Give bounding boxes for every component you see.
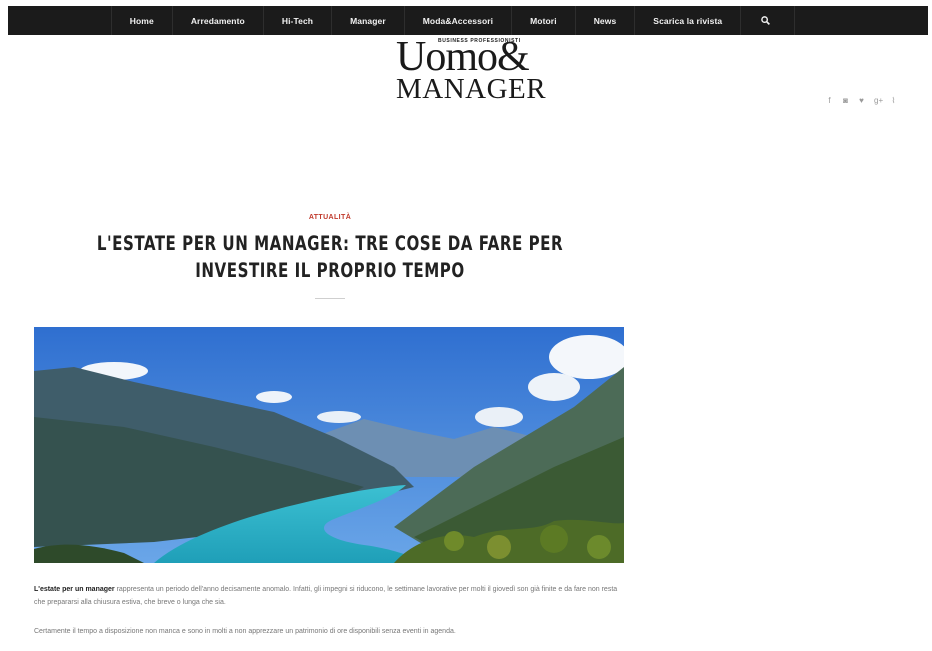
instagram-icon[interactable]: ◙ bbox=[842, 96, 849, 105]
nav-item-news[interactable]: News bbox=[576, 6, 636, 35]
article-title: L'ESTATE PER UN MANAGER: TRE COSE DA FAR… bbox=[96, 232, 564, 282]
nav-item-arredamento[interactable]: Arredamento bbox=[173, 6, 264, 35]
article-paragraph-1: L'estate per un manager rappresenta un p… bbox=[34, 583, 624, 609]
site-logo[interactable]: Uomo& BUSINESS PROFESSIONISTI MANAGER bbox=[392, 36, 572, 106]
logo-text-manager: MANAGER bbox=[396, 73, 547, 105]
top-navigation-bar: Home Arredamento Hi-Tech Manager Moda&Ac… bbox=[8, 6, 928, 35]
logo-tagline: BUSINESS PROFESSIONISTI bbox=[438, 38, 521, 44]
nav-item-hi-tech[interactable]: Hi-Tech bbox=[264, 6, 333, 35]
article-lead-bold: L'estate per un manager bbox=[34, 586, 115, 593]
article-category[interactable]: ATTUALITÀ bbox=[0, 214, 660, 221]
article-hero-image bbox=[34, 327, 624, 563]
facebook-icon[interactable]: f bbox=[826, 96, 833, 105]
article-paragraph-2: Certamente il tempo a disposizione non m… bbox=[34, 628, 456, 635]
twitter-icon[interactable]: ♥ bbox=[858, 96, 865, 105]
google-plus-icon[interactable]: g+ bbox=[874, 96, 883, 105]
nav-item-moda-accessori[interactable]: Moda&Accessori bbox=[405, 6, 513, 35]
nav-menu: Home Arredamento Hi-Tech Manager Moda&Ac… bbox=[110, 6, 796, 35]
lake-mountain-image bbox=[34, 327, 624, 563]
nav-item-scarica-la-rivista[interactable]: Scarica la rivista bbox=[635, 6, 742, 35]
search-icon bbox=[761, 16, 771, 25]
rss-icon[interactable]: ⌇ bbox=[890, 96, 897, 105]
title-divider bbox=[315, 298, 345, 299]
nav-item-home[interactable]: Home bbox=[110, 6, 173, 35]
nav-item-motori[interactable]: Motori bbox=[512, 6, 576, 35]
search-button[interactable] bbox=[741, 6, 796, 35]
article-paragraph-1-text: rappresenta un periodo dell'anno decisam… bbox=[34, 586, 618, 606]
nav-item-manager[interactable]: Manager bbox=[332, 6, 405, 35]
social-links: f ◙ ♥ g+ ⌇ bbox=[826, 96, 897, 105]
